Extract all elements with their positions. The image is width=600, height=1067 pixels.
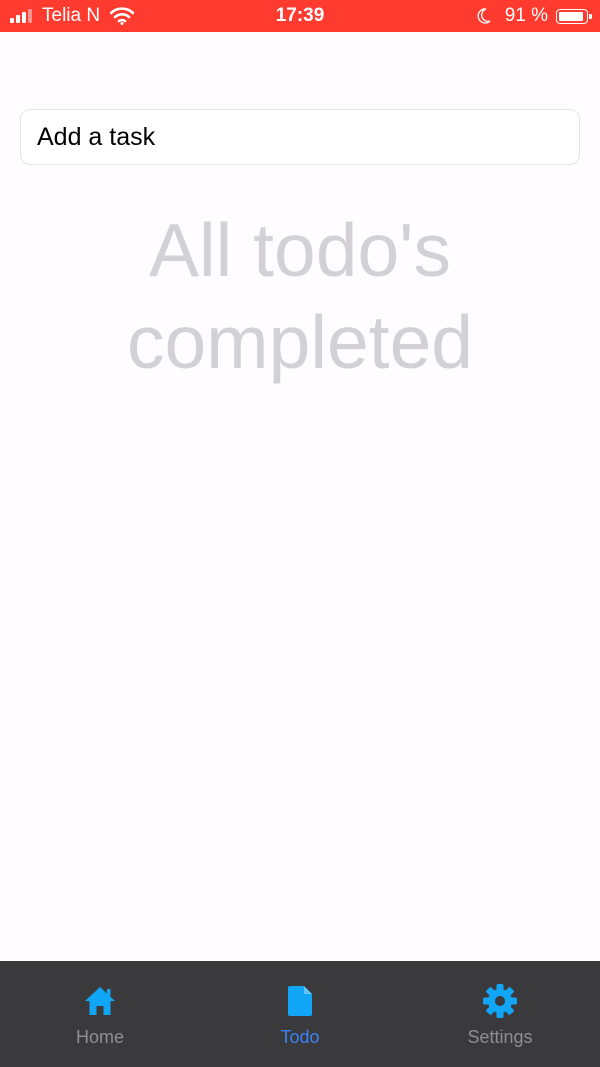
carrier-name: Telia N	[42, 5, 101, 26]
status-right: 91 %	[477, 0, 592, 32]
wifi-icon	[110, 7, 135, 25]
tab-settings-label: Settings	[467, 1027, 533, 1047]
status-bar: Telia N 17:39 91 %	[0, 0, 600, 32]
empty-state-message: All todo's completed	[126, 208, 474, 384]
tab-home[interactable]: Home	[0, 961, 200, 1067]
tab-settings[interactable]: Settings	[400, 961, 600, 1067]
moon-icon	[477, 8, 491, 24]
tab-todo[interactable]: Todo	[200, 961, 400, 1067]
home-icon	[85, 987, 115, 1015]
tab-bar: Home Todo Settings	[0, 961, 600, 1067]
battery-fill	[559, 11, 583, 21]
add-task-input[interactable]	[20, 109, 580, 165]
gear-icon	[483, 984, 517, 1018]
status-left: Telia N	[10, 0, 135, 32]
document-icon	[288, 986, 312, 1016]
battery-cap	[589, 13, 592, 19]
tab-todo-label: Todo	[280, 1027, 320, 1047]
signal-icon	[10, 9, 34, 23]
tab-home-label: Home	[75, 1027, 124, 1047]
battery-percentage: 91 %	[504, 5, 548, 26]
battery-icon	[556, 8, 592, 24]
